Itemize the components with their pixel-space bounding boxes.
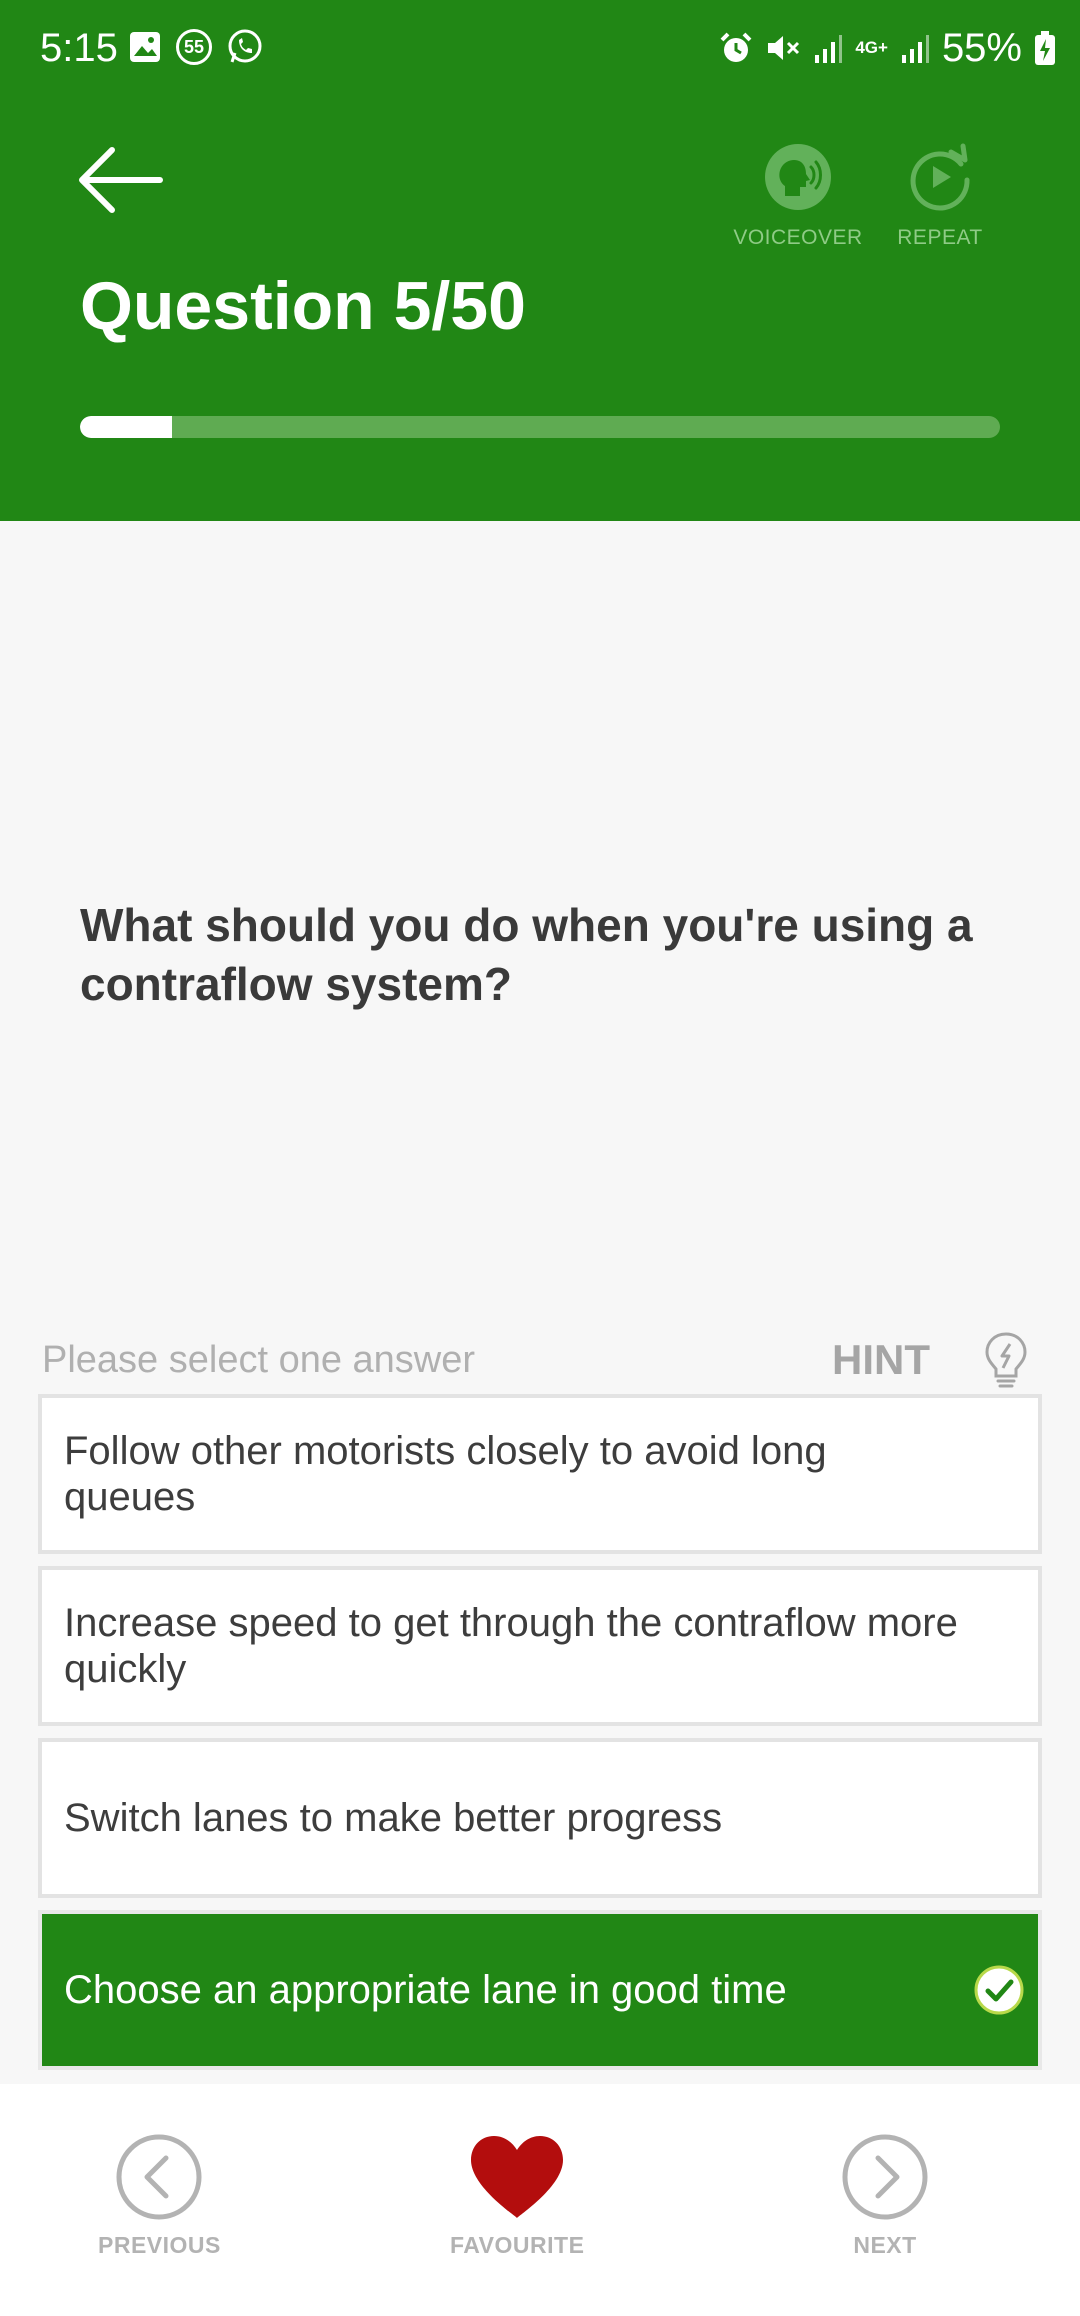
heart-icon bbox=[471, 2136, 564, 2218]
status-bar: 5:15 55 4G+ 55% bbox=[0, 0, 1080, 96]
next-button[interactable]: NEXT bbox=[842, 2134, 928, 2259]
answer-option-2[interactable]: Increase speed to get through the contra… bbox=[38, 1566, 1042, 1726]
battery-charging-icon bbox=[1035, 31, 1055, 65]
answer-option-3[interactable]: Switch lanes to make better progress bbox=[38, 1738, 1042, 1898]
answer-list: Follow other motorists closely to avoid … bbox=[38, 1394, 1042, 2082]
alarm-icon bbox=[720, 32, 752, 62]
repeat-button[interactable]: REPEAT bbox=[880, 142, 1000, 250]
answer-text: Choose an appropriate lane in good time bbox=[64, 1968, 787, 2012]
back-arrow-icon bbox=[79, 147, 163, 213]
instruction-text: Please select one answer bbox=[42, 1339, 476, 1381]
notification-count-icon: 55 bbox=[176, 29, 212, 65]
repeat-icon bbox=[910, 143, 970, 211]
bottom-nav: PREVIOUS FAVOURITE NEXT bbox=[0, 2084, 1080, 2316]
gallery-icon bbox=[130, 32, 160, 62]
answer-option-1[interactable]: Follow other motorists closely to avoid … bbox=[38, 1394, 1042, 1554]
network-type: 4G+ bbox=[855, 38, 888, 57]
next-label: NEXT bbox=[853, 2232, 917, 2258]
hint-button[interactable]: HINT bbox=[832, 1334, 930, 1386]
chevron-right-icon bbox=[842, 2134, 928, 2220]
back-button[interactable] bbox=[76, 140, 166, 220]
battery-percent: 55% bbox=[941, 26, 1022, 70]
favourite-label: FAVOURITE bbox=[450, 2232, 585, 2258]
status-time: 5:15 bbox=[40, 26, 118, 70]
answer-option-4[interactable]: Choose an appropriate lane in good time bbox=[38, 1910, 1042, 2070]
notification-count: 55 bbox=[183, 36, 205, 57]
voiceover-button[interactable]: VOICEOVER bbox=[728, 142, 868, 250]
progress-bar bbox=[80, 416, 1000, 438]
lightbulb-icon[interactable] bbox=[982, 1330, 1030, 1390]
question-text: What should you do when you're using a c… bbox=[80, 899, 973, 1010]
previous-button[interactable]: PREVIOUS bbox=[98, 2134, 221, 2259]
header: 5:15 55 4G+ 55% VOICEOVER REPEAT Questio… bbox=[0, 0, 1080, 521]
signal-icon-2 bbox=[901, 35, 929, 63]
favourite-button[interactable]: FAVOURITE bbox=[450, 2134, 584, 2259]
previous-label: PREVIOUS bbox=[98, 2232, 221, 2258]
answer-text: Follow other motorists closely to avoid … bbox=[64, 1429, 827, 1519]
progress-fill bbox=[80, 416, 172, 438]
chevron-left-icon bbox=[116, 2134, 202, 2220]
voiceover-label: VOICEOVER bbox=[733, 226, 863, 249]
whatsapp-icon bbox=[228, 29, 262, 63]
repeat-label: REPEAT bbox=[897, 226, 983, 249]
check-icon bbox=[974, 1965, 1024, 2015]
voiceover-icon bbox=[765, 144, 831, 210]
answer-text: Increase speed to get through the contra… bbox=[64, 1601, 958, 1691]
signal-icon bbox=[815, 35, 843, 63]
page-title: Question 5/50 bbox=[80, 268, 526, 344]
mute-icon bbox=[768, 36, 800, 60]
answer-text: Switch lanes to make better progress bbox=[64, 1796, 723, 1840]
